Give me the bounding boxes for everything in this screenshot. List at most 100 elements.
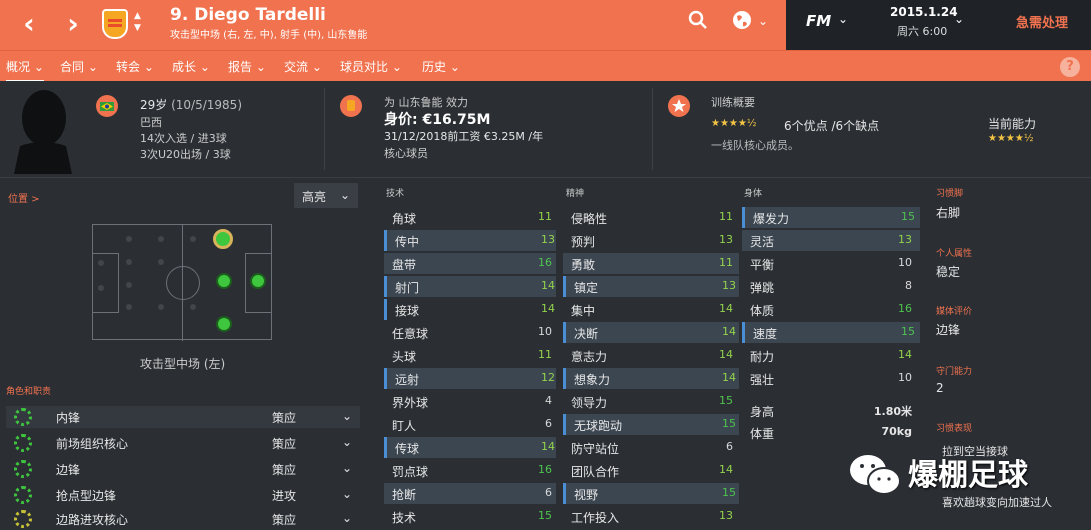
attribute-value: 10 xyxy=(538,325,552,338)
date-chevron-icon[interactable]: ⌄ xyxy=(954,12,964,26)
attribute-row[interactable]: 远射 12 xyxy=(384,368,556,389)
attribute-row[interactable]: 镇定 13 xyxy=(563,276,739,297)
attribute-row[interactable]: 界外球 4 xyxy=(384,391,556,412)
position-amr-dot[interactable] xyxy=(216,316,232,332)
attribute-value: 14 xyxy=(719,463,733,476)
attribute-row[interactable]: 工作投入 13 xyxy=(563,506,739,527)
attribute-name: 领导力 xyxy=(571,396,608,410)
role-row[interactable]: 边锋 策应 ⌄ xyxy=(6,458,360,480)
weight-label: 体重 xyxy=(750,427,775,441)
attribute-row[interactable]: 侵略性 11 xyxy=(563,207,739,228)
position-aml-dot[interactable] xyxy=(213,229,233,249)
position-dot xyxy=(158,236,164,242)
attribute-name: 接球 xyxy=(395,304,420,318)
chevron-down-icon[interactable]: ⌄ xyxy=(342,487,352,501)
attribute-row[interactable]: 平衡 10 xyxy=(742,253,920,274)
attribute-row[interactable]: 接球 14 xyxy=(384,299,556,320)
attribute-row[interactable]: 爆发力 15 xyxy=(742,207,920,228)
back-icon[interactable]: ‹ xyxy=(14,10,44,40)
divider xyxy=(324,88,325,170)
role-row[interactable]: 前场组织核心 策应 ⌄ xyxy=(6,432,360,454)
attribute-row[interactable]: 领导力 15 xyxy=(563,391,739,412)
attribute-row[interactable]: 耐力 14 xyxy=(742,345,920,366)
attribute-value: 14 xyxy=(541,440,555,453)
role-row[interactable]: 边路进攻核心 策应 ⌄ xyxy=(6,508,360,530)
wechat-logo-icon xyxy=(850,455,901,495)
position-link[interactable]: 位置 > xyxy=(8,190,40,205)
menu-history[interactable]: 历史 ⌄ xyxy=(422,58,460,75)
menu-contract[interactable]: 合同 ⌄ xyxy=(60,58,98,75)
forward-icon[interactable]: › xyxy=(58,10,88,40)
personality-title: 个人属性 xyxy=(936,249,973,259)
attribute-name: 罚点球 xyxy=(392,465,429,479)
attribute-row[interactable]: 团队合作 14 xyxy=(563,460,739,481)
attribute-row[interactable]: 决断 14 xyxy=(563,322,739,343)
chevron-down-icon[interactable]: ⌄ xyxy=(342,409,352,423)
menu-reports[interactable]: 报告 ⌄ xyxy=(228,58,266,75)
attribute-name: 盯人 xyxy=(392,419,417,433)
role-name: 边锋 xyxy=(56,463,81,477)
search-icon[interactable] xyxy=(688,10,708,35)
menu-development[interactable]: 成长 ⌄ xyxy=(172,58,210,75)
attribute-row[interactable]: 勇敢 11 xyxy=(563,253,739,274)
fm-logo[interactable]: FM xyxy=(806,12,831,30)
chevron-down-icon[interactable]: ⌄ xyxy=(342,461,352,475)
attribute-row[interactable]: 速度 15 xyxy=(742,322,920,343)
attribute-row[interactable]: 盯人 6 xyxy=(384,414,556,435)
globe-icon[interactable] xyxy=(732,10,752,35)
fm-chevron-icon[interactable]: ⌄ xyxy=(838,12,848,26)
attribute-row[interactable]: 想象力 14 xyxy=(563,368,739,389)
urgent-button[interactable]: 急需处理 xyxy=(1016,12,1068,31)
position-amc-dot[interactable] xyxy=(216,273,232,289)
attribute-row[interactable]: 角球 11 xyxy=(384,207,556,228)
attribute-row[interactable]: 盘带 16 xyxy=(384,253,556,274)
club-crest-icon[interactable] xyxy=(102,9,128,39)
attribute-row[interactable]: 传球 14 xyxy=(384,437,556,458)
attribute-row[interactable]: 视野 15 xyxy=(563,483,739,504)
role-name: 抢点型边锋 xyxy=(56,489,117,503)
attribute-row[interactable]: 预判 13 xyxy=(563,230,739,251)
help-icon[interactable]: ? xyxy=(1060,57,1080,77)
role-row[interactable]: 抢点型边锋 进攻 ⌄ xyxy=(6,484,360,506)
role-suitability-icon xyxy=(14,434,32,452)
menu-interaction[interactable]: 交流 ⌄ xyxy=(284,58,322,75)
menu-compare[interactable]: 球员对比 ⌄ xyxy=(340,58,402,75)
chevron-down-icon[interactable]: ⌄ xyxy=(342,435,352,449)
role-row[interactable]: 内锋 策应 ⌄ xyxy=(6,406,360,428)
attribute-row[interactable]: 灵活 13 xyxy=(742,230,920,251)
position-st-dot[interactable] xyxy=(250,273,266,289)
chevron-down-icon[interactable]: ⌄ xyxy=(342,511,352,525)
gk-value: 2 xyxy=(936,381,944,395)
attribute-row[interactable]: 任意球 10 xyxy=(384,322,556,343)
attribute-row[interactable]: 射门 14 xyxy=(384,276,556,297)
attribute-row[interactable]: 防守站位 6 xyxy=(563,437,739,458)
attribute-name: 远射 xyxy=(395,373,420,387)
habits-title: 习惯表现 xyxy=(936,424,973,434)
player-subtitle: 攻击型中场 (右, 左, 中), 射手 (中), 山东鲁能 xyxy=(170,30,368,41)
position-dot xyxy=(98,260,104,266)
club-badge-icon xyxy=(340,95,362,117)
highlight-dropdown[interactable]: 高亮 ⌄ xyxy=(294,183,358,208)
attribute-name: 传球 xyxy=(395,442,420,456)
attribute-name: 抢断 xyxy=(392,488,417,502)
attribute-row[interactable]: 强壮 10 xyxy=(742,368,920,389)
attribute-row[interactable]: 弹跳 8 xyxy=(742,276,920,297)
attribute-row[interactable]: 头球 11 xyxy=(384,345,556,366)
globe-chevron-icon[interactable]: ⌄ xyxy=(758,14,768,28)
position-dot xyxy=(126,259,132,265)
menu-overview[interactable]: 概况 ⌄ xyxy=(6,58,44,82)
menu-transfer[interactable]: 转会 ⌄ xyxy=(116,58,154,75)
attribute-row[interactable]: 体质 16 xyxy=(742,299,920,320)
crest-switch-icon[interactable]: ▲ ▼ xyxy=(134,10,141,34)
attribute-name: 技术 xyxy=(392,511,417,525)
attribute-row[interactable]: 抢断 6 xyxy=(384,483,556,504)
attribute-name: 角球 xyxy=(392,212,417,226)
attribute-row[interactable]: 集中 14 xyxy=(563,299,739,320)
attribute-name: 侵略性 xyxy=(571,212,608,226)
attribute-row[interactable]: 意志力 14 xyxy=(563,345,739,366)
attribute-row[interactable]: 无球跑动 15 xyxy=(563,414,739,435)
attribute-row[interactable]: 罚点球 16 xyxy=(384,460,556,481)
attribute-row[interactable]: 技术 15 xyxy=(384,506,556,527)
attribute-name: 头球 xyxy=(392,350,417,364)
attribute-row[interactable]: 传中 13 xyxy=(384,230,556,251)
